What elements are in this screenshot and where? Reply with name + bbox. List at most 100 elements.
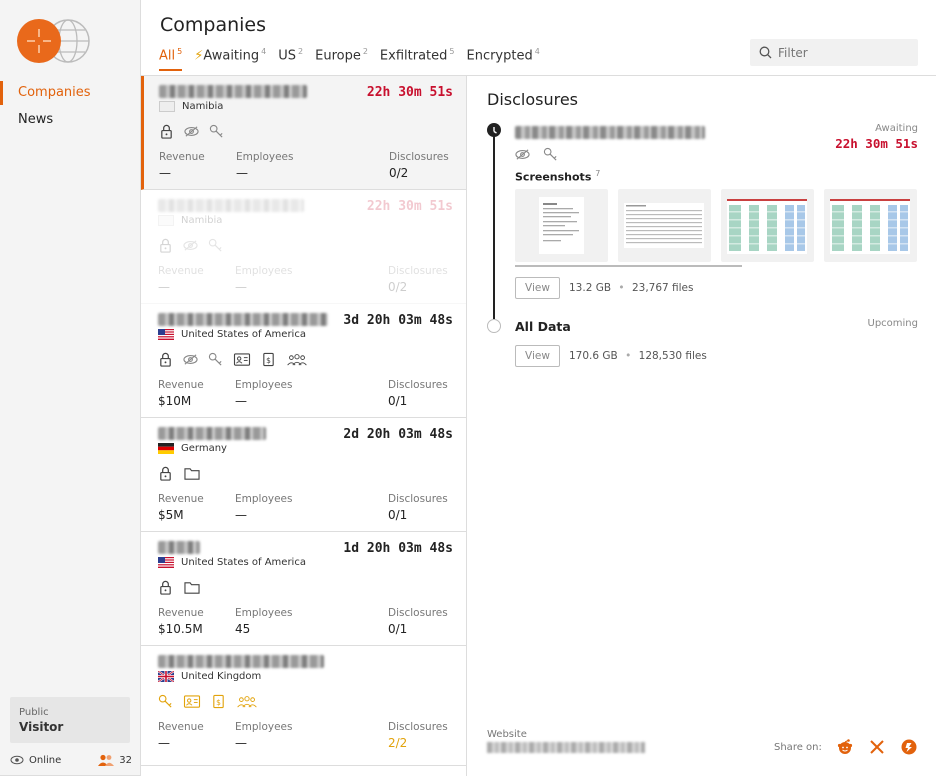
- people-icon: [237, 696, 257, 708]
- nav-news[interactable]: News: [0, 108, 140, 132]
- employees-label: Employees: [235, 265, 293, 277]
- company-name-redacted: [158, 655, 324, 668]
- disclosures-label: Disclosures: [389, 151, 449, 163]
- filter-input[interactable]: [778, 45, 908, 60]
- employees-label: Employees: [235, 607, 293, 619]
- upcoming-dot: [487, 319, 501, 333]
- company-country: United States of America: [158, 329, 306, 340]
- tab-encrypted[interactable]: Encrypted 4: [466, 47, 539, 71]
- tab-awaiting[interactable]: ⚡Awaiting 4: [194, 47, 266, 71]
- screenshot-thumb[interactable]: [618, 189, 711, 262]
- company-name-redacted: [158, 313, 328, 326]
- bolt-icon: ⚡: [194, 48, 204, 64]
- tab-us[interactable]: US 2: [278, 47, 303, 71]
- view-button[interactable]: View: [515, 277, 560, 299]
- screenshot-thumb[interactable]: [721, 189, 814, 262]
- company-card[interactable]: United Kingdom $ Revenue — Employees — Disclos…: [141, 646, 466, 766]
- files: 23,767 files: [631, 282, 694, 294]
- disclosure-name-redacted: [515, 126, 705, 139]
- tab-label: US: [278, 48, 297, 64]
- eye-icon: [183, 354, 198, 365]
- company-name-redacted: [159, 85, 307, 98]
- disclosures-label: Disclosures: [388, 721, 448, 733]
- folder-icon: [184, 582, 200, 594]
- tab-label: Encrypted: [466, 48, 533, 64]
- country-name: United Kingdom: [181, 671, 262, 682]
- revenue-label: Revenue: [158, 379, 204, 391]
- employees-stat: Employees 45: [235, 607, 292, 636]
- screenshots-count: 7: [595, 169, 601, 178]
- screenshots-scrollbar[interactable]: [515, 265, 742, 267]
- key-icon: [208, 238, 222, 252]
- company-list[interactable]: 22h 30m 51s Namibia Revenue — Employees — Disc…: [141, 76, 467, 776]
- flag-icon: [158, 215, 174, 226]
- tab-count: 5: [177, 47, 183, 56]
- mastodon-icon[interactable]: [900, 738, 918, 756]
- revenue-label: Revenue: [158, 493, 204, 505]
- country-name: Germany: [181, 443, 227, 454]
- tab-label: All: [159, 48, 176, 64]
- flag-icon: [159, 101, 175, 112]
- view-button[interactable]: View: [515, 345, 560, 367]
- invoice-icon: $: [213, 694, 224, 709]
- disclosures-value: 0/2: [388, 280, 408, 294]
- reddit-icon[interactable]: [836, 738, 854, 756]
- eye-icon: [183, 240, 198, 251]
- employees-value: —: [236, 166, 248, 180]
- company-icons: [158, 238, 223, 253]
- website-link-redacted[interactable]: [487, 742, 645, 753]
- eye-icon: [10, 755, 24, 765]
- disclosures-label: Disclosures: [388, 607, 448, 619]
- revenue-label: Revenue: [158, 607, 204, 619]
- nav-companies[interactable]: Companies: [0, 81, 140, 105]
- disclosure-timer: 22h 30m 51s: [835, 136, 918, 151]
- disclosures-stat: Disclosures 2/2: [388, 721, 448, 750]
- company-card[interactable]: 22h 30m 51s Namibia Revenue — Employees — Disc…: [141, 76, 466, 190]
- lock-icon: [160, 580, 171, 595]
- screenshot-thumb[interactable]: [515, 189, 608, 262]
- files: 128,530 files: [638, 350, 707, 362]
- all-data-title: All Data: [515, 319, 571, 334]
- revenue-stat: Revenue —: [158, 265, 204, 294]
- tabs: All 5 ⚡Awaiting 4 US 2 Europe 2 Exfiltrated 5…: [159, 47, 540, 72]
- visitor-name: Visitor: [19, 720, 64, 734]
- company-country: Namibia: [159, 101, 223, 112]
- size: 13.2 GB: [569, 282, 612, 294]
- revenue-label: Revenue: [158, 721, 204, 733]
- employees-value: 45: [235, 622, 251, 636]
- visitor-box[interactable]: Public Visitor: [10, 697, 130, 743]
- flag-icon: [158, 443, 174, 454]
- tab-exfiltrated[interactable]: Exfiltrated 5: [380, 47, 455, 71]
- revenue-value: $5M: [158, 508, 184, 522]
- disclosures-stat: Disclosures 0/2: [388, 265, 448, 294]
- employees-stat: Employees —: [236, 151, 293, 180]
- company-card[interactable]: 3d 20h 03m 48s United States of America $ R…: [141, 304, 466, 418]
- tab-count: 2: [298, 47, 304, 56]
- employees-stat: Employees —: [235, 265, 292, 294]
- revenue-label: Revenue: [158, 265, 204, 277]
- company-country: Germany: [158, 443, 227, 454]
- company-name-redacted: [158, 427, 266, 440]
- disclosures-stat: Disclosures 0/2: [389, 151, 449, 180]
- screenshots-text: Screenshots: [515, 170, 592, 184]
- svg-text:$: $: [216, 698, 221, 707]
- screenshot-thumb[interactable]: [824, 189, 917, 262]
- id-card-icon: [183, 695, 201, 708]
- company-card[interactable]: 22h 30m 51s Namibia Revenue — Employees — Disc…: [141, 190, 466, 304]
- eye-icon: [184, 126, 199, 137]
- company-card[interactable]: 2d 20h 03m 48s Germany Revenue $5M Employees…: [141, 418, 466, 532]
- tab-all[interactable]: All 5: [159, 47, 183, 72]
- employees-stat: Employees —: [235, 721, 292, 750]
- revenue-value: —: [158, 280, 170, 294]
- flag-icon: [158, 557, 174, 568]
- company-icons: [159, 124, 224, 139]
- x-icon[interactable]: [868, 738, 886, 756]
- separator: •: [625, 350, 632, 362]
- revenue-stat: Revenue $5M: [158, 493, 204, 522]
- company-card[interactable]: 1d 20h 03m 48s United States of America Re…: [141, 532, 466, 646]
- clock-icon: [487, 123, 501, 137]
- tab-europe[interactable]: Europe 2: [315, 47, 368, 71]
- sidebar: Companies News Public Visitor Online 32: [0, 0, 141, 776]
- disclosures-value: 0/1: [388, 394, 408, 408]
- employees-stat: Employees —: [235, 379, 292, 408]
